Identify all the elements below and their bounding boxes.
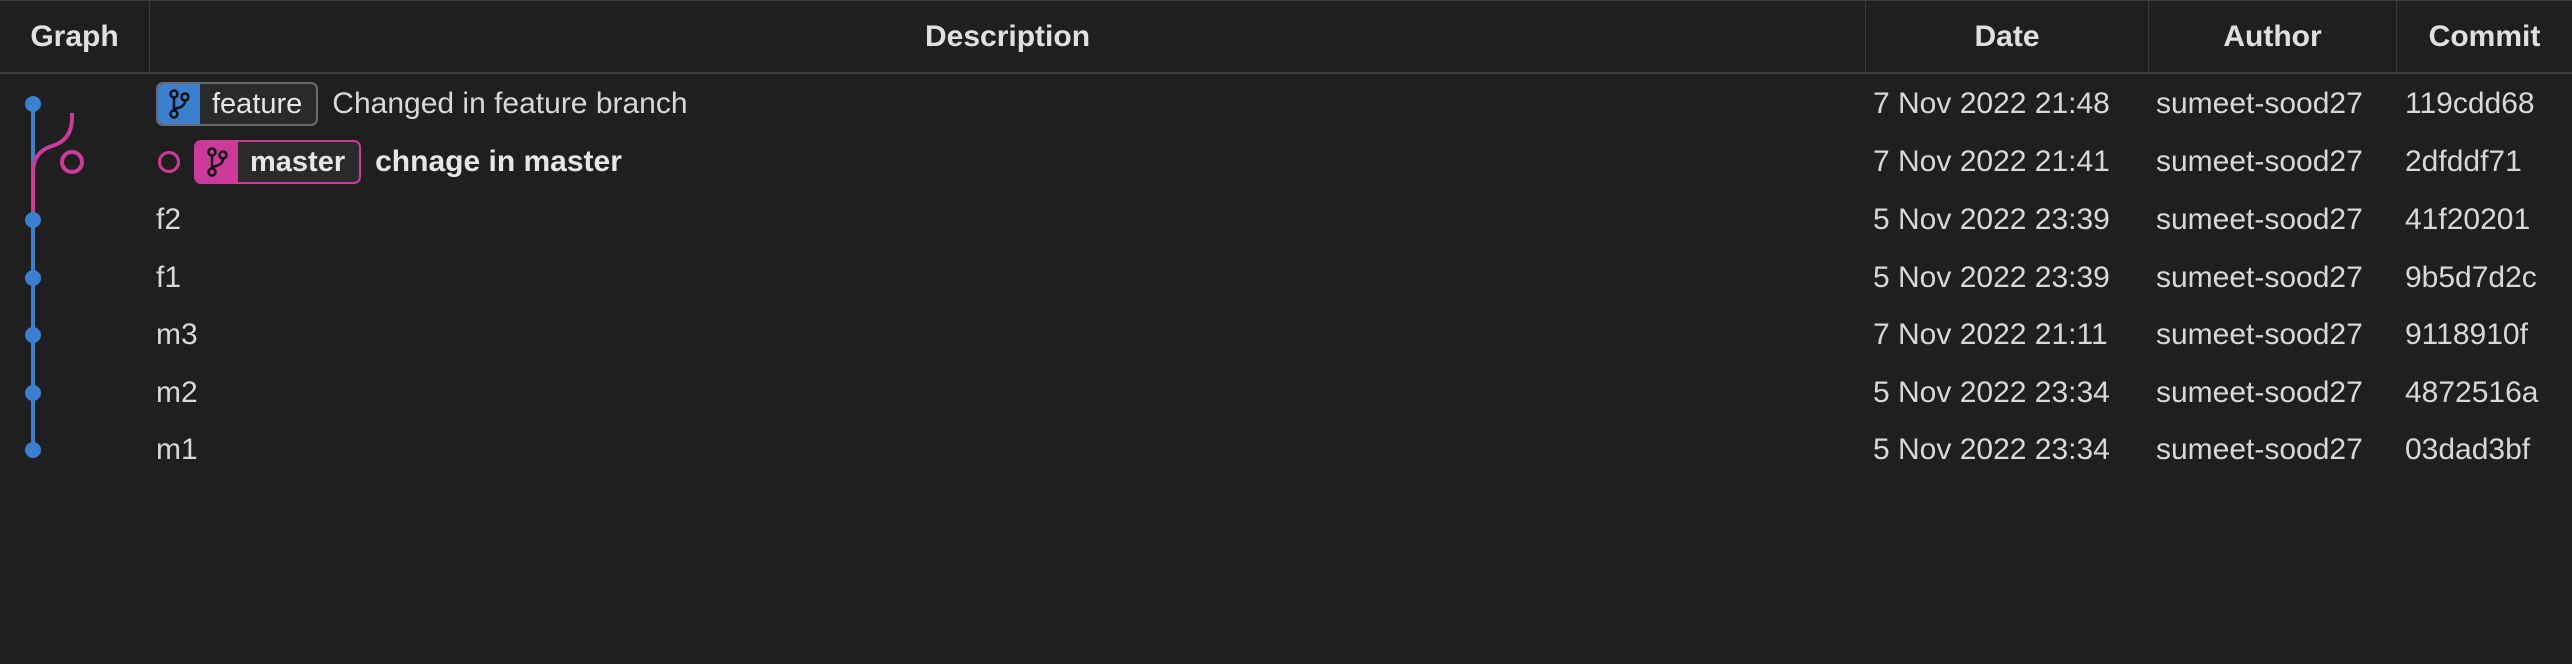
git-branch-icon bbox=[158, 84, 200, 124]
branch-badge-feature[interactable]: feature bbox=[156, 82, 319, 126]
description-cell: master chnage in master bbox=[156, 133, 622, 191]
table-row[interactable]: m3 7 Nov 2022 21:11 sumeet-sood27 911891… bbox=[0, 306, 2572, 364]
commit-date: 5 Nov 2022 23:34 bbox=[1873, 433, 2110, 466]
head-ring-icon bbox=[158, 151, 180, 173]
branch-badge-master[interactable]: master bbox=[194, 140, 362, 184]
commit-date: 7 Nov 2022 21:11 bbox=[1873, 318, 2108, 351]
commit-date: 7 Nov 2022 21:48 bbox=[1873, 87, 2110, 120]
commit-message: f1 bbox=[156, 261, 182, 294]
commit-hash: 41f20201 bbox=[2405, 203, 2531, 236]
header-description[interactable]: Description bbox=[149, 1, 1865, 73]
table-row[interactable]: m1 5 Nov 2022 23:34 sumeet-sood27 03dad3… bbox=[0, 421, 2572, 479]
header-graph[interactable]: Graph bbox=[0, 1, 149, 73]
table-row[interactable]: f1 5 Nov 2022 23:39 sumeet-sood27 9b5d7d… bbox=[0, 249, 2572, 307]
commit-hash: 119cdd68 bbox=[2405, 87, 2535, 120]
header-date-label: Date bbox=[1974, 20, 2040, 53]
commit-author: sumeet-sood27 bbox=[2156, 87, 2363, 120]
header-date[interactable]: Date bbox=[1865, 1, 2148, 73]
header-graph-label: Graph bbox=[30, 20, 119, 53]
header-author-label: Author bbox=[2223, 20, 2322, 53]
commit-date: 5 Nov 2022 23:39 bbox=[1873, 203, 2110, 236]
description-cell: feature Changed in feature branch bbox=[156, 75, 688, 133]
commit-author: sumeet-sood27 bbox=[2156, 261, 2363, 294]
commit-hash: 4872516a bbox=[2405, 376, 2539, 409]
header-author[interactable]: Author bbox=[2148, 1, 2396, 73]
commit-author: sumeet-sood27 bbox=[2156, 145, 2363, 178]
table-header: Graph Description Date Author Commit bbox=[0, 0, 2572, 74]
git-branch-icon bbox=[196, 142, 238, 182]
commit-message: m3 bbox=[156, 318, 198, 351]
commit-date: 7 Nov 2022 21:41 bbox=[1873, 145, 2110, 178]
commit-date: 5 Nov 2022 23:39 bbox=[1873, 261, 2110, 294]
commit-hash: 03dad3bf bbox=[2405, 433, 2531, 466]
commit-message: m2 bbox=[156, 376, 198, 409]
commit-message: Changed in feature branch bbox=[332, 87, 688, 120]
commit-message: m1 bbox=[156, 433, 198, 466]
header-commit-label: Commit bbox=[2428, 20, 2541, 53]
commit-message: f2 bbox=[156, 203, 182, 236]
commit-author: sumeet-sood27 bbox=[2156, 203, 2363, 236]
commit-author: sumeet-sood27 bbox=[2156, 376, 2363, 409]
branch-badge-label: feature bbox=[212, 87, 303, 120]
git-graph-table: Graph Description Date Author Commit fea… bbox=[0, 0, 2572, 664]
header-description-label: Description bbox=[924, 20, 1091, 53]
commit-hash: 9b5d7d2c bbox=[2405, 261, 2537, 294]
commit-message: chnage in master bbox=[375, 145, 622, 178]
table-row[interactable]: feature Changed in feature branch 7 Nov … bbox=[0, 75, 2572, 133]
commit-hash: 9118910f bbox=[2405, 318, 2528, 351]
commit-date: 5 Nov 2022 23:34 bbox=[1873, 376, 2110, 409]
header-commit[interactable]: Commit bbox=[2396, 1, 2572, 73]
table-row[interactable]: m2 5 Nov 2022 23:34 sumeet-sood27 487251… bbox=[0, 364, 2572, 422]
commit-author: sumeet-sood27 bbox=[2156, 433, 2363, 466]
commit-hash: 2dfddf71 bbox=[2405, 145, 2522, 178]
table-row[interactable]: f2 5 Nov 2022 23:39 sumeet-sood27 41f202… bbox=[0, 191, 2572, 249]
branch-badge-label: master bbox=[250, 145, 346, 178]
table-row[interactable]: master chnage in master 7 Nov 2022 21:41… bbox=[0, 133, 2572, 191]
commit-author: sumeet-sood27 bbox=[2156, 318, 2363, 351]
